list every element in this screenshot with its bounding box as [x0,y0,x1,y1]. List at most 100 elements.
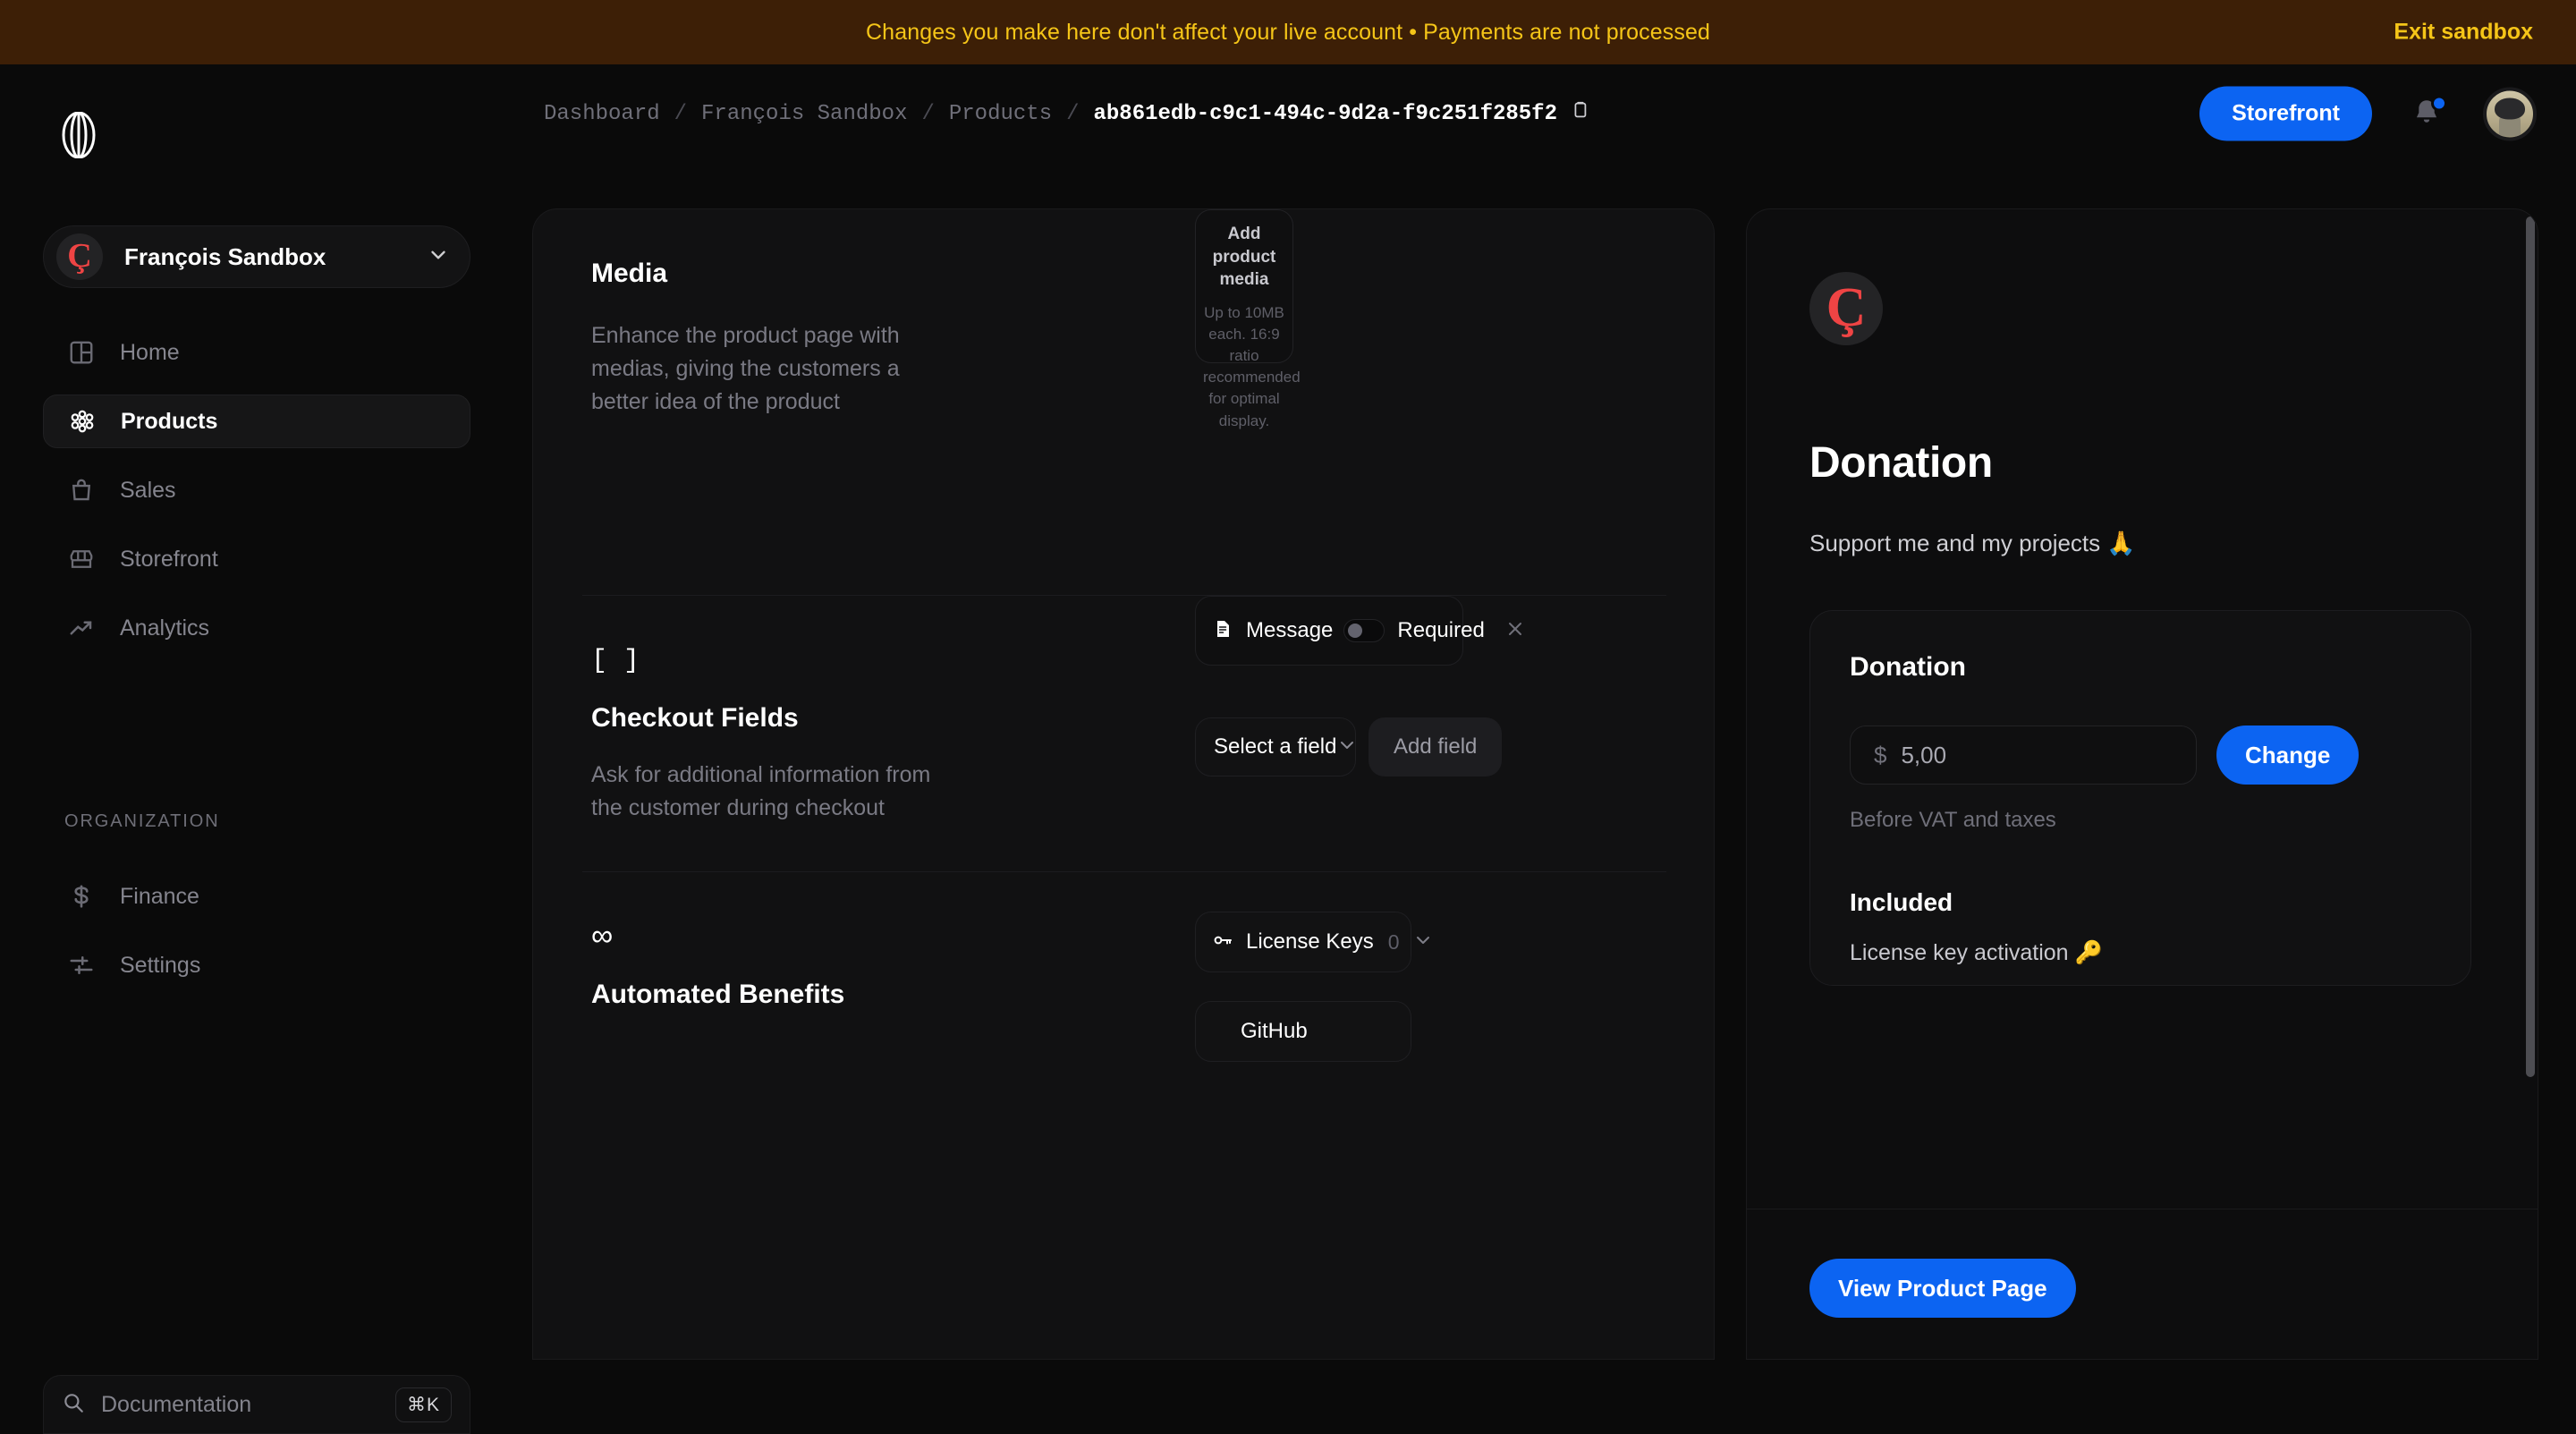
polar-logo-icon[interactable] [55,111,102,159]
media-section-description: Enhance the product page with medias, gi… [591,323,900,414]
breadcrumb: Dashboard / François Sandbox / Products … [544,100,1589,127]
benefit-count: 0 [1387,929,1400,954]
topbar-actions: Storefront [2199,86,2537,141]
automated-benefits-section: ∞ Automated Benefits License Keys 0 GitH… [533,912,1714,1278]
preview-price-row: $ 5,00 Change [1850,725,2431,785]
breadcrumb-item-product-id: ab861edb-c9c1-494c-9d2a-f9c251f285f2 [1093,101,1557,126]
field-type-select-value: Select a field [1214,734,1337,759]
sidebar-item-settings[interactable]: Settings [43,938,470,992]
sidebar-item-home[interactable]: Home [43,326,470,379]
chevron-down-icon [427,243,450,271]
sidebar-item-label: Products [121,408,218,434]
breadcrumb-separator: / [921,101,935,126]
chevron-down-icon [1412,929,1434,955]
benefit-name: License Keys [1246,929,1374,954]
preview-footer: View Product Page [1747,1209,2538,1359]
sidebar-section-heading: ORGANIZATION [64,811,220,831]
sidebar-item-analytics[interactable]: Analytics [43,601,470,655]
sidebar-item-storefront[interactable]: Storefront [43,532,470,586]
preview-product-description: Support me and my projects 🙏 [1809,530,2136,556]
checkout-field-required-toggle[interactable] [1343,619,1385,642]
sidebar-item-label: Home [120,339,180,365]
sandbox-banner: Changes you make here don't affect your … [0,0,2576,64]
org-avatar: Ç [56,233,103,280]
flower-products-icon [67,406,97,437]
search-shortcut-badge: ⌘K [394,1387,452,1422]
media-section: Media Enhance the product page with medi… [533,209,1714,594]
benefit-row[interactable]: GitHub [1195,1001,1411,1062]
exit-sandbox-button[interactable]: Exit sandbox [2394,20,2533,46]
preview-amount-input[interactable]: $ 5,00 [1850,725,2197,785]
preview-org-avatar-letter: Ç [1826,276,1867,338]
sidebar-item-label: Finance [120,883,199,909]
breadcrumb-item-dashboard[interactable]: Dashboard [544,102,660,126]
breadcrumb-separator: / [1066,101,1080,126]
sidebar-item-label: Sales [120,477,176,503]
preview-checkout-card: Donation $ 5,00 Change Before VAT and ta… [1809,610,2471,986]
sidebar: Ç François Sandbox Home Products Sales S… [0,64,532,1434]
sidebar-item-label: Storefront [120,546,218,572]
notification-badge [2431,95,2447,111]
benefit-name: GitHub [1241,1019,1308,1043]
sidebar-item-label: Settings [120,952,201,978]
infinity-icon: ∞ [591,919,614,953]
checkout-field-required-label: Required [1397,618,1485,642]
media-dropzone-title: Add product media [1212,225,1276,290]
text-field-icon [1212,618,1233,644]
checkout-field-name: Message [1246,618,1334,642]
storefront-button[interactable]: Storefront [2199,86,2372,141]
org-name: François Sandbox [124,242,326,270]
breadcrumb-item-products[interactable]: Products [949,102,1052,126]
close-icon[interactable] [1504,618,1526,643]
checkout-fields-section: [ ] Checkout Fields Ask for additional i… [533,596,1714,871]
checkout-field-adder: Select a field Add field [1195,717,1503,776]
add-field-button[interactable]: Add field [1368,717,1503,776]
org-avatar-letter: Ç [67,237,92,275]
sandbox-banner-message: Changes you make here don't affect your … [866,19,1710,45]
automated-benefits-title: Automated Benefits [591,980,845,1009]
preview-included-heading: Included [1850,888,1953,916]
sidebar-item-finance[interactable]: Finance [43,870,470,923]
view-product-page-button[interactable]: View Product Page [1809,1259,2076,1318]
dollar-sign-icon [66,881,97,912]
product-preview-panel: Ç Donation Support me and my projects 🙏 … [1746,208,2538,1360]
documentation-search-input[interactable]: Documentation ⌘K [43,1375,470,1434]
media-dropzone[interactable]: Add product media Up to 10MB each. 16:9 … [1195,209,1301,429]
preview-product-title: Donation [1809,439,1993,487]
checkout-fields-title: Checkout Fields [591,703,799,733]
avatar[interactable] [2483,87,2537,140]
preview-vat-note: Before VAT and taxes [1850,808,2056,832]
toggle-knob [1348,624,1363,638]
sidebar-item-label: Analytics [120,615,210,641]
currency-symbol: $ [1874,741,1887,768]
field-type-select[interactable]: Select a field [1195,717,1356,776]
trending-up-icon [66,613,97,643]
breadcrumb-separator: / [674,101,688,126]
product-editor-panel: Media Enhance the product page with medi… [532,208,1715,1360]
preview-card-title: Donation [1850,652,1966,682]
shopping-bag-icon [66,475,97,505]
bell-icon [2410,99,2444,133]
search-icon [62,1391,85,1419]
preview-scrollbar[interactable] [2526,216,2535,1201]
scrollbar-thumb[interactable] [2526,216,2535,1077]
sidebar-nav-main: Home Products Sales Storefront Analytics [43,326,470,670]
layout-dashboard-icon [66,337,97,368]
media-section-title: Media [591,259,668,288]
clipboard-copy-icon[interactable] [1570,100,1589,127]
preview-org-avatar: Ç [1809,272,1883,345]
checkout-field-row: Message Required [1195,596,1521,666]
preview-scroll-area: Ç Donation Support me and my projects 🙏 … [1747,209,2538,1209]
change-amount-button[interactable]: Change [2216,725,2360,785]
brackets-icon: [ ] [591,646,640,676]
breadcrumb-item-organization[interactable]: François Sandbox [701,102,907,126]
sidebar-item-sales[interactable]: Sales [43,463,470,517]
org-switcher[interactable]: Ç François Sandbox [43,225,470,288]
section-divider [582,595,1666,596]
notifications-button[interactable] [2410,95,2447,133]
documentation-search-placeholder: Documentation [101,1391,252,1417]
sliders-icon [66,950,97,980]
sidebar-item-products[interactable]: Products [43,395,470,448]
benefit-row[interactable]: License Keys 0 [1195,912,1429,972]
key-icon [1212,929,1233,955]
